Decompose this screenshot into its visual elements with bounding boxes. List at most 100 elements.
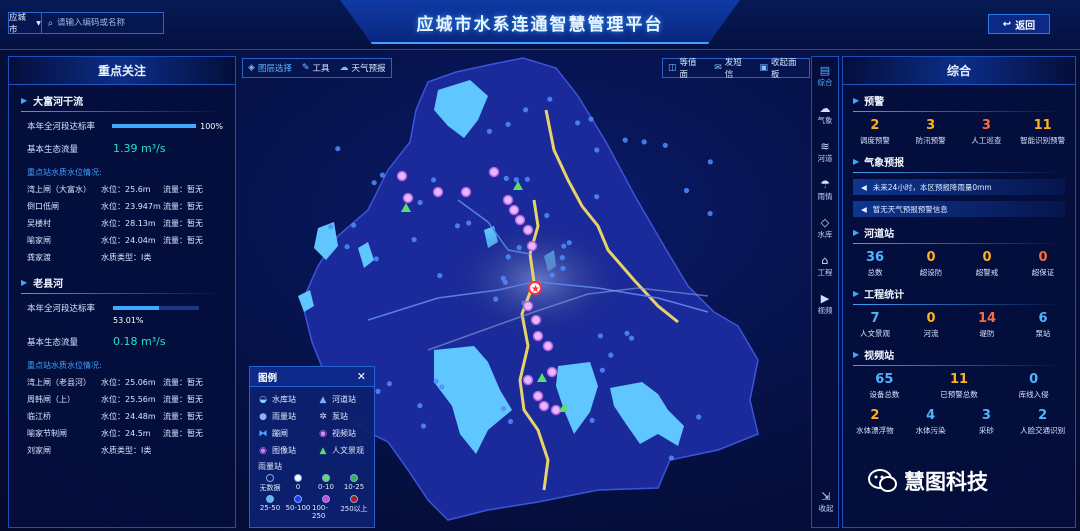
- stat-item[interactable]: 0 库线入侵: [1012, 372, 1056, 400]
- rain-station-marker[interactable]: [420, 423, 427, 429]
- rain-station-marker[interactable]: [493, 296, 499, 302]
- side-nav-collapse[interactable]: ⇲ 收起: [812, 483, 840, 521]
- stat-item[interactable]: 36 总数: [853, 250, 897, 278]
- rain-station-marker[interactable]: [503, 175, 509, 181]
- rain-station-marker[interactable]: [559, 255, 565, 261]
- rain-station-marker[interactable]: [351, 222, 357, 228]
- rain-station-marker[interactable]: [417, 403, 423, 409]
- video-station-marker[interactable]: [522, 374, 534, 386]
- side-nav-river[interactable]: ≋ 河道: [812, 133, 838, 171]
- rain-station-marker[interactable]: [500, 406, 507, 412]
- stat-item[interactable]: 7 人文景观: [853, 311, 897, 339]
- rain-station-marker[interactable]: [629, 335, 635, 341]
- river-name[interactable]: ▶ 大富河干流: [21, 93, 235, 108]
- rain-station-marker[interactable]: [622, 137, 628, 143]
- video-station-marker[interactable]: [508, 204, 520, 216]
- side-nav-reservoir[interactable]: ◇ 水库: [812, 209, 838, 247]
- stat-item[interactable]: 11 智能识别预警: [1020, 118, 1065, 146]
- video-station-marker[interactable]: [522, 300, 534, 312]
- rain-station-marker[interactable]: [505, 254, 511, 260]
- rain-station-marker[interactable]: [566, 240, 572, 246]
- station-row[interactable]: 吴楼村 水位：28.13m 流量：暂无: [27, 218, 235, 229]
- rain-station-marker[interactable]: [696, 414, 702, 420]
- video-station-marker[interactable]: [532, 390, 544, 402]
- stat-item[interactable]: 3 采砂: [964, 408, 1008, 436]
- stat-item[interactable]: 2 调度预警: [853, 118, 897, 146]
- rain-station-marker[interactable]: [594, 194, 600, 200]
- rain-station-marker[interactable]: [668, 455, 674, 461]
- station-row[interactable]: 周韩闸（上） 水位：25.56m 流量：暂无: [27, 394, 235, 405]
- rain-station-marker[interactable]: [411, 237, 417, 243]
- rain-station-marker[interactable]: [466, 220, 472, 226]
- station-row[interactable]: 龚家渡 水质类型：Ⅰ类: [27, 252, 235, 263]
- rain-station-marker[interactable]: [547, 96, 553, 102]
- rain-station-marker[interactable]: [575, 120, 581, 126]
- collapse-panel-button[interactable]: ▣ 收起面板: [754, 58, 809, 80]
- station-row[interactable]: 湾上闸（大富水） 水位：25.6m 流量：暂无: [27, 184, 235, 195]
- search-input[interactable]: [55, 18, 163, 28]
- video-station-marker[interactable]: [546, 366, 558, 378]
- city-select[interactable]: 应城市 ▼: [9, 13, 42, 35]
- stat-item[interactable]: 0 超保证: [1021, 250, 1065, 278]
- stat-item[interactable]: 2 水体漂浮物: [853, 408, 897, 436]
- rain-station-marker[interactable]: [417, 199, 423, 206]
- layer-select-button[interactable]: ◈ 图层选择: [243, 59, 297, 77]
- side-nav-rainfall[interactable]: ☂ 雨情: [812, 171, 838, 209]
- rain-station-marker[interactable]: [523, 107, 529, 113]
- legend-item-rain-station[interactable]: ● 雨量站: [258, 410, 318, 423]
- rain-station-marker[interactable]: [507, 418, 514, 425]
- video-station-marker[interactable]: [526, 240, 538, 252]
- side-nav-weather[interactable]: ☁ 气象: [812, 95, 838, 133]
- video-station-marker[interactable]: [538, 400, 550, 412]
- rain-station-marker[interactable]: [371, 180, 377, 186]
- isosurface-button[interactable]: ◫ 等值面: [663, 58, 709, 80]
- legend-item-reservoir-station[interactable]: ◒ 水库站: [258, 393, 318, 406]
- rain-station-marker[interactable]: [486, 128, 492, 134]
- video-station-marker[interactable]: [402, 192, 414, 204]
- rain-station-marker[interactable]: [589, 417, 595, 423]
- stat-item[interactable]: 0 超警戒: [965, 250, 1009, 278]
- stat-item[interactable]: 6 泵站: [1021, 311, 1065, 339]
- rain-station-marker[interactable]: [500, 275, 506, 281]
- rain-station-marker[interactable]: [561, 243, 567, 249]
- rain-station-marker[interactable]: [431, 177, 437, 183]
- rain-station-marker[interactable]: [549, 272, 555, 278]
- rain-station-marker[interactable]: [454, 223, 461, 229]
- stat-item[interactable]: 0 超设防: [909, 250, 953, 278]
- rain-station-marker[interactable]: [599, 367, 605, 373]
- rain-station-marker[interactable]: [335, 146, 341, 152]
- video-station-marker[interactable]: [460, 186, 472, 198]
- rain-station-marker[interactable]: [437, 273, 443, 279]
- legend-item-image-station[interactable]: ◉ 图像站: [258, 444, 318, 457]
- video-station-marker[interactable]: [530, 314, 542, 326]
- rain-station-marker[interactable]: [597, 333, 603, 339]
- video-station-marker[interactable]: [396, 170, 408, 182]
- station-row[interactable]: 喻家闸 水位：24.04m 流量：暂无: [27, 235, 235, 246]
- weather-forecast-button[interactable]: ☁ 天气预报: [335, 59, 391, 77]
- rain-station-marker[interactable]: [505, 121, 511, 127]
- legend-item-river-station[interactable]: ▲ 河道站: [318, 393, 378, 406]
- rain-station-marker[interactable]: [439, 384, 445, 390]
- rain-station-marker[interactable]: [608, 352, 614, 358]
- legend-item-landscape[interactable]: ▲ 人文景观: [318, 444, 378, 457]
- tools-button[interactable]: ✎ 工具: [297, 59, 335, 77]
- stat-item[interactable]: 4 水体污染: [909, 408, 953, 436]
- video-station-marker[interactable]: [542, 340, 554, 352]
- stat-item[interactable]: 3 人工巡查: [964, 118, 1008, 146]
- stat-item[interactable]: 14 堤防: [965, 311, 1009, 339]
- legend-item-pump-station[interactable]: ✲ 泵站: [318, 410, 378, 423]
- close-icon[interactable]: ✕: [357, 370, 366, 383]
- legend-item-video-station[interactable]: ◉ 视频站: [318, 427, 378, 440]
- rain-station-marker[interactable]: [433, 378, 439, 384]
- video-station-marker[interactable]: [514, 214, 526, 226]
- station-row[interactable]: 临江桥 水位：24.48m 流量：暂无: [27, 411, 235, 422]
- video-station-marker[interactable]: [488, 166, 500, 178]
- stat-item[interactable]: 3 防汛预警: [909, 118, 953, 146]
- rain-station-marker[interactable]: [683, 187, 690, 194]
- rain-station-marker[interactable]: [328, 224, 334, 230]
- stat-item[interactable]: 0 河流: [909, 311, 953, 339]
- station-row[interactable]: 喻家节制闸 水位：24.5m 流量：暂无: [27, 428, 235, 439]
- side-nav-video[interactable]: ▶ 视频: [812, 285, 838, 323]
- side-nav-engineering[interactable]: ⌂ 工程: [812, 247, 838, 285]
- rain-station-marker[interactable]: [560, 265, 566, 271]
